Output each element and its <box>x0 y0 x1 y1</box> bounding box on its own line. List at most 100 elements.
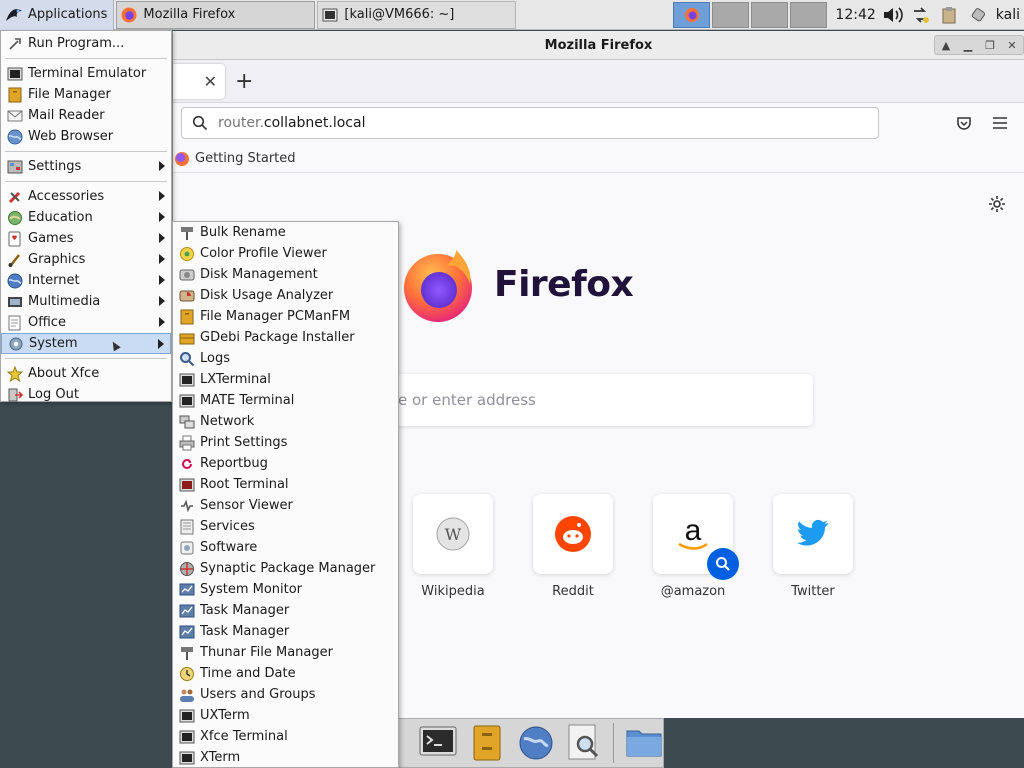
tab-new-tab[interactable]: ✕ <box>173 64 225 99</box>
globe-icon <box>7 129 23 145</box>
workspace-1[interactable] <box>673 1 711 28</box>
gear-icon[interactable] <box>988 195 1006 217</box>
tile-amazon[interactable]: a @amazon <box>653 494 739 599</box>
pocket-icon[interactable] <box>955 114 973 132</box>
menu-item-label: Multimedia <box>28 294 101 309</box>
submenu-item-label: LXTerminal <box>200 372 271 387</box>
tile-wikipedia[interactable]: W Wikipedia <box>413 494 493 599</box>
submenu-item-sensor-viewer[interactable]: Sensor Viewer <box>173 495 398 516</box>
terminal-icon <box>179 393 195 409</box>
menu-item-system[interactable]: System <box>1 333 171 354</box>
workspace-4[interactable] <box>790 1 828 28</box>
clock[interactable]: 12:42 <box>835 7 875 23</box>
terminal-icon <box>179 729 195 745</box>
submenu-item-lxterminal[interactable]: LXTerminal <box>173 369 398 390</box>
submenu-item-color-profile-viewer[interactable]: Color Profile Viewer <box>173 243 398 264</box>
menu-item-label: System <box>29 336 78 351</box>
submenu-item-label: Synaptic Package Manager <box>200 561 376 576</box>
submenu-item-file-manager-pcmanfm[interactable]: File Manager PCManFM <box>173 306 398 327</box>
submenu-item-time-and-date[interactable]: Time and Date <box>173 663 398 684</box>
dock-folder-icon[interactable] <box>624 723 663 763</box>
tile-label: @amazon <box>660 584 726 599</box>
submenu-item-task-manager[interactable]: Task Manager <box>173 600 398 621</box>
menu-item-run-program[interactable]: Run Program... <box>1 33 171 54</box>
menu-item-internet[interactable]: Internet <box>1 270 171 291</box>
submenu-item-network[interactable]: Network <box>173 411 398 432</box>
logout-icon <box>7 387 23 403</box>
submenu-item-logs[interactable]: Logs <box>173 348 398 369</box>
workspace-3[interactable] <box>751 1 789 28</box>
dock-terminal-icon[interactable] <box>419 723 458 763</box>
submenu-item-gdebi-package-installer[interactable]: GDebi Package Installer <box>173 327 398 348</box>
window-titlebar[interactable]: Mozilla Firefox ▲ ▁ ❐ ✕ <box>173 31 1024 60</box>
submenu-item-print-settings[interactable]: Print Settings <box>173 432 398 453</box>
maximize-icon[interactable]: ❐ <box>979 36 1001 54</box>
menu-item-mail-reader[interactable]: Mail Reader <box>1 105 171 126</box>
url-prefix: router. <box>218 115 264 131</box>
submenu-item-users-and-groups[interactable]: Users and Groups <box>173 684 398 705</box>
menu-item-education[interactable]: Education <box>1 207 171 228</box>
taskbar-firefox[interactable]: Mozilla Firefox <box>116 0 316 29</box>
menu-item-graphics[interactable]: Graphics <box>1 249 171 270</box>
submenu-item-xterm[interactable]: XTerm <box>173 747 398 768</box>
submenu-item-disk-management[interactable]: Disk Management <box>173 264 398 285</box>
user-menu[interactable]: kali <box>996 7 1020 23</box>
submenu-item-reportbug[interactable]: Reportbug <box>173 453 398 474</box>
dock-web-browser-icon[interactable] <box>516 723 555 763</box>
submenu-item-software[interactable]: Software <box>173 537 398 558</box>
submenu-item-synaptic-package-manager[interactable]: Synaptic Package Manager <box>173 558 398 579</box>
submenu-item-system-monitor[interactable]: System Monitor <box>173 579 398 600</box>
menu-item-about-xfce[interactable]: About Xfce <box>1 363 171 384</box>
clipboard-icon[interactable] <box>938 4 960 26</box>
submenu-item-bulk-rename[interactable]: Bulk Rename <box>173 222 398 243</box>
submenu-item-thunar-file-manager[interactable]: Thunar File Manager <box>173 642 398 663</box>
menu-item-multimedia[interactable]: Multimedia <box>1 291 171 312</box>
new-tab-search-input[interactable]: e or enter address <box>368 374 813 426</box>
submenu-item-uxterm[interactable]: UXTerm <box>173 705 398 726</box>
menu-item-settings[interactable]: Settings <box>1 156 171 177</box>
submenu-item-mate-terminal[interactable]: MATE Terminal <box>173 390 398 411</box>
menu-item-accessories[interactable]: Accessories <box>1 186 171 207</box>
menu-item-office[interactable]: Office <box>1 312 171 333</box>
file-cabinet-icon <box>7 87 23 103</box>
bookmark-getting-started[interactable]: Getting Started <box>195 151 296 166</box>
hamburger-menu-icon[interactable] <box>991 114 1009 132</box>
new-tab-icon[interactable]: + <box>235 69 253 94</box>
services-icon <box>179 519 195 535</box>
menu-separator <box>5 58 167 59</box>
url-bar[interactable]: router. collabnet.local <box>181 107 879 139</box>
menu-item-label: Run Program... <box>28 36 125 51</box>
applications-menu-button[interactable]: Applications <box>0 0 115 30</box>
close-icon[interactable]: ✕ <box>1001 36 1023 54</box>
network-icon[interactable] <box>910 4 932 26</box>
tile-twitter[interactable]: Twitter <box>773 494 853 599</box>
taskbar-terminal[interactable]: [kali@VM666: ~] <box>317 0 517 29</box>
submenu-item-label: XTerm <box>200 750 241 765</box>
dock-search-files-icon[interactable] <box>565 723 604 763</box>
power-plug-icon[interactable] <box>966 4 988 26</box>
twitter-icon <box>797 519 828 546</box>
volume-icon[interactable] <box>882 4 904 26</box>
shade-icon[interactable]: ▲ <box>935 36 957 54</box>
debian-icon <box>179 456 195 472</box>
close-tab-icon[interactable]: ✕ <box>204 72 217 91</box>
menu-item-file-manager[interactable]: File Manager <box>1 84 171 105</box>
dock-file-cabinet-icon[interactable] <box>468 723 507 763</box>
workspace-2[interactable] <box>712 1 750 28</box>
menu-item-terminal-emulator[interactable]: Terminal Emulator <box>1 63 171 84</box>
submenu-item-root-terminal[interactable]: Root Terminal <box>173 474 398 495</box>
minimize-icon[interactable]: ▁ <box>957 36 979 54</box>
menu-item-log-out[interactable]: Log Out <box>1 384 171 405</box>
submenu-item-xfce-terminal[interactable]: Xfce Terminal <box>173 726 398 747</box>
firefox-icon <box>175 151 189 166</box>
submenu-item-services[interactable]: Services <box>173 516 398 537</box>
menu-item-games[interactable]: Games <box>1 228 171 249</box>
submenu-item-disk-usage-analyzer[interactable]: Disk Usage Analyzer <box>173 285 398 306</box>
menu-item-web-browser[interactable]: Web Browser <box>1 126 171 147</box>
thunar-icon <box>179 645 195 661</box>
tile-reddit[interactable]: Reddit <box>533 494 613 599</box>
menu-separator <box>5 151 167 152</box>
applications-label: Applications <box>28 7 108 22</box>
menu-item-label: Office <box>28 315 66 330</box>
submenu-item-task-manager[interactable]: Task Manager <box>173 621 398 642</box>
